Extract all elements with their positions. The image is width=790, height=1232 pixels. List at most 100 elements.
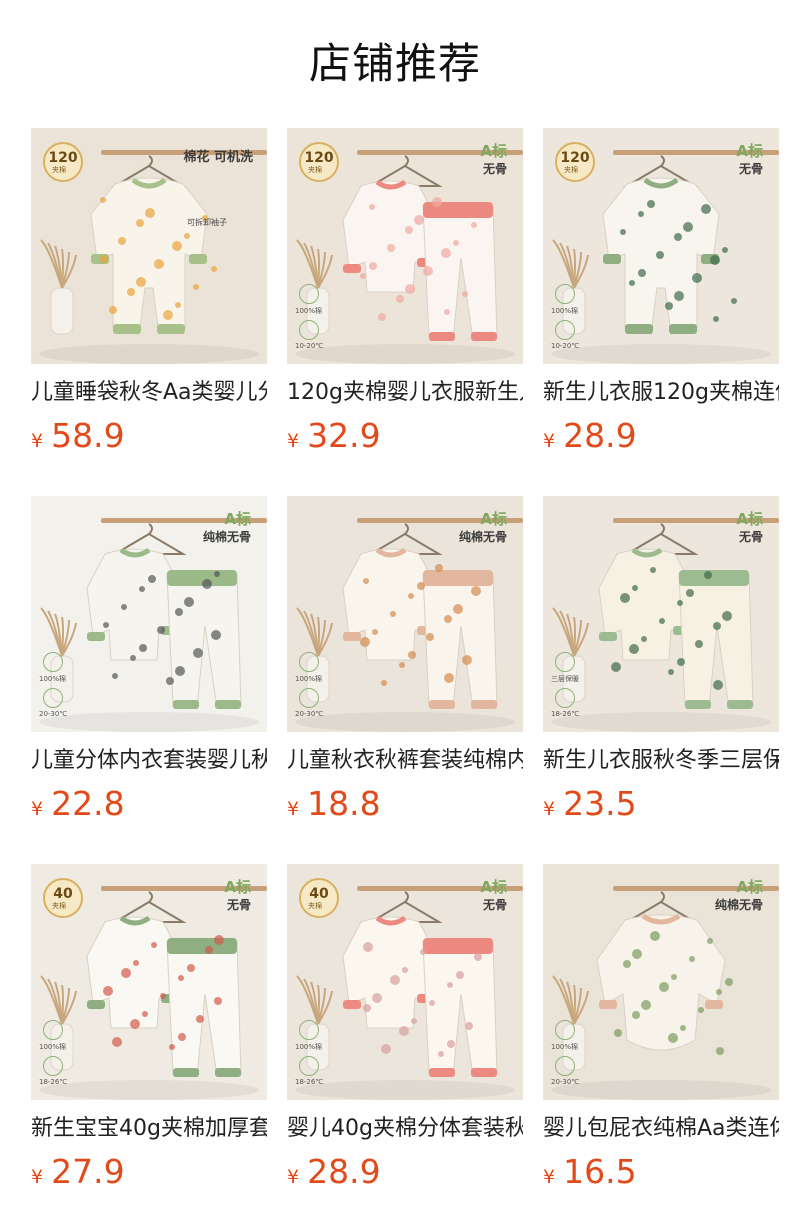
product-name[interactable]: 儿童分体内衣套装婴儿秋衣	[31, 745, 267, 777]
material-icon-label: 18-26℃	[295, 1078, 324, 1086]
filling-weight-badge: 120	[299, 142, 339, 182]
material-icons: 100%棉 20-30℃	[551, 1017, 579, 1090]
temperature-icon	[555, 1056, 575, 1076]
product-image[interactable]: 120 夹棉 A标 无骨 100%棉 10-20℃	[287, 128, 523, 364]
material-icons: 100%棉 20-30℃	[39, 649, 67, 722]
material-icons: 100%棉 10-20℃	[551, 281, 579, 354]
grade-a-tag: A标	[480, 142, 507, 160]
material-icon	[299, 284, 319, 304]
material-icon	[43, 1020, 63, 1040]
product-name[interactable]: 婴儿40g夹棉分体套装秋冬	[287, 1113, 523, 1145]
product-card[interactable]: A标纯棉无骨 100%棉 20-30℃ 婴儿包屁衣纯棉Aa类连体衣 ¥16.5	[543, 864, 779, 1232]
price-amount: 27.9	[51, 1152, 125, 1191]
product-card[interactable]: 120夹棉 棉花 可机洗可拆卸袖子儿童睡袋秋冬Aa类婴儿分腿睡袋 ¥58.9	[31, 128, 267, 496]
product-image[interactable]: A标无骨三层保暖 18-26℃	[543, 496, 779, 732]
currency-symbol: ¥	[543, 1166, 556, 1188]
product-image[interactable]: 40 夹棉 A标 无骨 100%棉 18-26℃	[287, 864, 523, 1100]
product-price: ¥18.8	[287, 784, 381, 828]
material-icon-label: 100%棉	[551, 307, 579, 315]
feature-tag: 纯棉无骨	[202, 530, 251, 544]
currency-symbol: ¥	[287, 1166, 300, 1188]
feature-tag: 棉花 可机洗	[183, 150, 253, 165]
product-image[interactable]: 40 夹棉 A标 无骨 100%棉 18-26℃	[31, 864, 267, 1100]
product-image[interactable]: A标纯棉无骨 100%棉 20-30℃	[31, 496, 267, 732]
material-icon	[43, 652, 63, 672]
currency-symbol: ¥	[31, 798, 44, 820]
material-icons: 100%棉 18-26℃	[295, 1017, 323, 1090]
product-card[interactable]: A标纯棉无骨 100%棉 20-30℃ 儿童秋衣秋裤套装纯棉内衣 ¥18.8	[287, 496, 523, 864]
currency-symbol: ¥	[287, 798, 300, 820]
material-icon-label: 20-30℃	[39, 710, 68, 718]
product-card[interactable]: 40 夹棉 A标 无骨 100%棉 18-26℃ 新生宝宝40g夹棉加厚套装 ¥27.9	[31, 864, 267, 1232]
material-icon	[555, 1020, 575, 1040]
product-price: ¥16.5	[543, 1152, 637, 1196]
grade-a-tag: A标	[224, 878, 251, 896]
product-price: ¥28.9	[287, 1152, 381, 1196]
material-icon-label: 三层保暖	[551, 675, 579, 683]
product-name[interactable]: 新生儿衣服秋冬季三层保暖	[543, 745, 779, 777]
price-amount: 22.8	[51, 784, 125, 823]
material-icon-label: 100%棉	[295, 675, 323, 683]
temperature-icon	[299, 320, 319, 340]
material-icon-label: 18-26℃	[551, 710, 580, 718]
product-name[interactable]: 新生宝宝40g夹棉加厚套装	[31, 1113, 267, 1145]
product-image[interactable]: 120 夹棉 A标 无骨 100%棉 10-20℃	[543, 128, 779, 364]
feature-tag: 无骨	[738, 530, 763, 544]
product-price: ¥28.9	[543, 416, 637, 460]
filling-weight-badge: 40	[43, 878, 83, 918]
filling-weight-badge-label: 夹棉	[564, 166, 578, 174]
material-icon-label: 100%棉	[295, 1043, 323, 1051]
feature-tag: 无骨	[738, 162, 763, 176]
product-name[interactable]: 婴儿包屁衣纯棉Aa类连体衣	[543, 1113, 779, 1145]
price-amount: 58.9	[51, 416, 125, 455]
product-card[interactable]: 120夹棉 A标无骨 100%棉 10-20℃ 120g夹棉婴儿衣服新生儿套装 ¥32.9	[287, 128, 523, 496]
material-icon-label: 100%棉	[39, 675, 67, 683]
product-card[interactable]: A标纯棉无骨 100%棉 20-30℃ 儿童分体内衣套装婴儿秋衣 ¥22.8	[31, 496, 267, 864]
material-icons: 100%棉 10-20℃	[295, 281, 323, 354]
price-amount: 16.5	[563, 1152, 637, 1191]
filling-weight-badge: 40	[299, 878, 339, 918]
grade-a-tag: A标	[480, 878, 507, 896]
product-name[interactable]: 新生儿衣服120g夹棉连体衣	[543, 377, 779, 409]
product-name[interactable]: 儿童睡袋秋冬Aa类婴儿分腿睡袋	[31, 377, 267, 409]
feature-tag: 纯棉无骨	[714, 898, 763, 912]
product-name[interactable]: 儿童秋衣秋裤套装纯棉内衣	[287, 745, 523, 777]
page-title: 店铺推荐	[308, 39, 481, 88]
grade-a-tag: A标	[224, 510, 251, 528]
material-icon-label: 20-30℃	[551, 1078, 580, 1086]
grade-a-tag: A标	[480, 510, 507, 528]
product-price: ¥23.5	[543, 784, 637, 828]
material-icons: 100%棉 18-26℃	[39, 1017, 67, 1090]
material-icon	[555, 284, 575, 304]
material-icons: 100%棉 20-30℃	[295, 649, 323, 722]
material-icon-label: 100%棉	[295, 307, 323, 315]
product-image[interactable]: 120 夹棉 棉花 可机洗 可拆卸袖子	[31, 128, 267, 364]
feature-tag: 无骨	[482, 898, 507, 912]
product-card[interactable]: 40 夹棉 A标 无骨 100%棉 18-26℃ 婴儿40g夹棉分体套装秋冬 ¥28.9	[287, 864, 523, 1232]
product-card[interactable]: 120夹棉 A标无骨 100%棉 10-20℃ 新生儿衣服120g夹棉连体衣 ¥28.9	[543, 128, 779, 496]
currency-symbol: ¥	[31, 1166, 44, 1188]
material-icon-label: 18-26℃	[39, 1078, 68, 1086]
temperature-icon	[555, 688, 575, 708]
product-image[interactable]: A标 纯棉无骨 100%棉 20-30℃	[543, 864, 779, 1100]
page: 店铺推荐 120夹棉棉花 可机洗可拆卸袖子儿童睡袋秋冬Aa类婴儿分腿睡袋¥58.…	[0, 0, 790, 1232]
product-price: ¥27.9	[31, 1152, 125, 1196]
product-name[interactable]: 120g夹棉婴儿衣服新生儿套装	[287, 377, 523, 409]
temperature-icon	[299, 1056, 319, 1076]
material-icon	[299, 1020, 319, 1040]
product-card[interactable]: A标无骨三层保暖 18-26℃ 新生儿衣服秋冬季三层保暖 ¥23.5	[543, 496, 779, 864]
product-image[interactable]: A标纯棉无骨 100%棉 20-30℃	[287, 496, 523, 732]
material-icon-label: 10-20℃	[551, 342, 580, 350]
material-icon-label: 100%棉	[39, 1043, 67, 1051]
currency-symbol: ¥	[543, 798, 556, 820]
price-amount: 23.5	[563, 784, 637, 823]
price-amount: 28.9	[307, 1152, 381, 1191]
product-price: ¥58.9	[31, 416, 125, 460]
filling-weight-badge-label: 夹棉	[52, 166, 66, 174]
currency-symbol: ¥	[31, 430, 44, 452]
temperature-icon	[43, 1056, 63, 1076]
feature-tag: 纯棉无骨	[458, 530, 507, 544]
price-amount: 28.9	[563, 416, 637, 455]
temperature-icon	[555, 320, 575, 340]
grade-a-tag: A标	[736, 510, 763, 528]
